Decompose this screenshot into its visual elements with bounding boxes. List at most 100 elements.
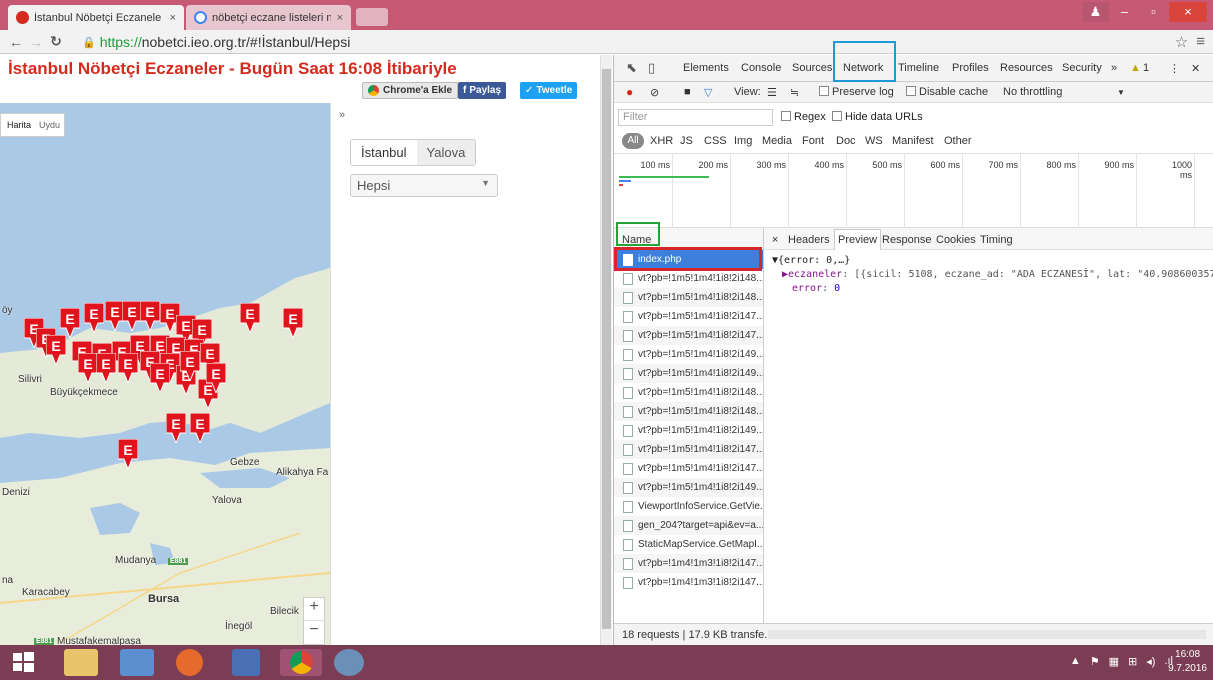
user-icon[interactable]: ♟ — [1082, 2, 1109, 22]
pharmacy-marker-icon[interactable]: E — [117, 438, 139, 471]
type-font[interactable]: Font — [802, 135, 824, 147]
add-to-chrome-button[interactable]: Chrome'a Ekle — [362, 82, 459, 99]
keyboard-icon[interactable]: ▦ — [1109, 655, 1119, 668]
pharmacy-marker-icon[interactable]: E — [83, 302, 105, 335]
request-row[interactable]: StaticMapService.GetMapI... — [614, 535, 763, 554]
request-row[interactable]: vt?pb=!1m5!1m4!1i8!2i147... — [614, 459, 763, 478]
pharmacy-marker-icon[interactable]: E — [95, 352, 117, 385]
tab-istanbul-nobetci[interactable]: İstanbul Nöbetçi Eczanele × — [8, 5, 184, 30]
reload-icon[interactable]: ↻ — [46, 33, 66, 50]
map-view[interactable]: EEEEEEEEEEEEEEEEEEEEEEEEEEEEEEEEEE Harit… — [0, 103, 330, 645]
paint-icon[interactable] — [334, 649, 364, 676]
filter-input[interactable]: Filter — [618, 109, 773, 126]
segment-istanbul[interactable]: İstanbul — [351, 140, 417, 165]
pharmacy-marker-icon[interactable]: E — [139, 300, 161, 333]
request-row[interactable]: vt?pb=!1m5!1m4!1i8!2i148... — [614, 402, 763, 421]
type-manifest[interactable]: Manifest — [892, 135, 934, 147]
request-row[interactable]: ViewportInfoService.GetVie... — [614, 497, 763, 516]
volume-icon[interactable]: ◂) — [1146, 655, 1155, 668]
inspect-element-icon[interactable]: ⬉ — [626, 60, 637, 76]
tab-google-search[interactable]: nöbetçi eczane listeleri ne × — [186, 5, 351, 30]
pharmacy-marker-icon[interactable]: E — [59, 307, 81, 340]
tab-preview[interactable]: Preview — [834, 229, 882, 250]
json-eczaneler-row[interactable]: ▶eczaneler: [{sicil: 5108, eczane_ad: "A… — [772, 268, 1213, 282]
clock[interactable]: 16:08 9.7.2016 — [1168, 648, 1207, 676]
preserve-log-checkbox[interactable]: Preserve log — [819, 86, 894, 98]
pharmacy-marker-icon[interactable]: E — [121, 300, 143, 333]
json-root[interactable]: ▼{error: 0,…} — [772, 254, 1213, 268]
zoom-in-button[interactable]: + — [304, 598, 324, 621]
action-center-icon[interactable]: ⚑ — [1090, 655, 1100, 668]
tab-resources[interactable]: Resources — [1000, 62, 1053, 74]
request-row[interactable]: vt?pb=!1m4!1m3!1i8!2i147... — [614, 554, 763, 573]
tab-headers[interactable]: Headers — [788, 234, 830, 246]
pharmacy-marker-icon[interactable]: E — [165, 412, 187, 445]
pharmacy-marker-icon[interactable]: E — [179, 350, 201, 383]
video-capture-icon[interactable]: ■ — [684, 86, 691, 98]
collapse-panel-icon[interactable]: » — [339, 109, 345, 121]
pharmacy-marker-icon[interactable]: E — [239, 302, 261, 335]
pharmacy-marker-icon[interactable]: E — [45, 334, 67, 367]
device-mode-icon[interactable]: ▯ — [648, 60, 655, 76]
close-tab-icon[interactable]: × — [170, 12, 176, 24]
type-js[interactable]: JS — [680, 135, 693, 147]
tab-response[interactable]: Response — [882, 234, 932, 246]
warning-icon[interactable]: ▲ — [1130, 62, 1141, 74]
tab-timeline[interactable]: Timeline — [898, 62, 939, 74]
type-css[interactable]: CSS — [704, 135, 727, 147]
record-icon[interactable]: ● — [626, 85, 633, 99]
request-row[interactable]: vt?pb=!1m5!1m4!1i8!2i149... — [614, 421, 763, 440]
start-windows-icon[interactable] — [10, 649, 44, 676]
office-document-icon[interactable] — [232, 649, 260, 676]
close-tab-icon[interactable]: × — [337, 12, 343, 24]
control-panel-icon[interactable] — [120, 649, 154, 676]
back-icon[interactable]: ← — [6, 34, 26, 50]
close-detail-icon[interactable]: × — [772, 234, 778, 246]
pharmacy-marker-icon[interactable]: E — [77, 352, 99, 385]
type-doc[interactable]: Doc — [836, 135, 856, 147]
pharmacy-marker-icon[interactable]: E — [149, 362, 171, 395]
show-hidden-icons-icon[interactable]: ▲ — [1070, 655, 1081, 668]
type-img[interactable]: Img — [734, 135, 752, 147]
devtools-menu-icon[interactable]: ⋮ — [1169, 62, 1180, 75]
network-icon[interactable]: ⊞ — [1128, 655, 1137, 668]
network-overview[interactable]: 100 ms 200 ms 300 ms 400 ms 500 ms 600 ms 700 … — [614, 153, 1213, 229]
horizontal-scrollbar[interactable] — [768, 630, 1206, 639]
request-row[interactable]: vt?pb=!1m5!1m4!1i8!2i148... — [614, 269, 763, 288]
map-type-map[interactable]: Harita — [7, 120, 31, 130]
type-media[interactable]: Media — [762, 135, 792, 147]
regex-checkbox[interactable]: Regex — [781, 111, 826, 123]
disable-cache-checkbox[interactable]: Disable cache — [906, 86, 988, 98]
firefox-icon[interactable] — [176, 649, 203, 676]
zoom-out-button[interactable]: − — [304, 621, 324, 639]
clear-icon[interactable]: ⊘ — [650, 86, 659, 99]
type-other[interactable]: Other — [944, 135, 972, 147]
pharmacy-marker-icon[interactable]: E — [189, 412, 211, 445]
district-select[interactable]: Hepsi ▼ — [350, 174, 498, 197]
facebook-share-button[interactable]: f Paylaş — [458, 82, 507, 99]
tab-sources[interactable]: Sources — [792, 62, 832, 74]
file-explorer-icon[interactable] — [64, 649, 98, 676]
twitter-tweet-button[interactable]: ✓ Tweetle — [520, 82, 578, 99]
tab-console[interactable]: Console — [741, 62, 781, 74]
chevron-down-icon[interactable]: ▼ — [1117, 88, 1125, 97]
request-row[interactable]: gen_204?target=api&ev=a... — [614, 516, 763, 535]
request-row[interactable]: vt?pb=!1m5!1m4!1i8!2i149... — [614, 345, 763, 364]
map-type-satellite[interactable]: Uydu — [39, 120, 60, 130]
close-window-button[interactable]: × — [1169, 2, 1207, 22]
address-bar[interactable]: 🔒 https:// nobetci.ieo.org.tr/#!İstanbul… — [82, 32, 1182, 52]
tab-timing[interactable]: Timing — [980, 234, 1013, 246]
request-row[interactable]: vt?pb=!1m5!1m4!1i8!2i149... — [614, 364, 763, 383]
request-row[interactable]: vt?pb=!1m4!1m3!1i8!2i147... — [614, 573, 763, 592]
minimize-button[interactable]: – — [1111, 2, 1138, 22]
request-row[interactable]: vt?pb=!1m5!1m4!1i8!2i147... — [614, 440, 763, 459]
new-tab-button[interactable] — [356, 8, 388, 26]
request-row[interactable]: vt?pb=!1m5!1m4!1i8!2i148... — [614, 288, 763, 307]
bookmark-star-icon[interactable]: ☆ — [1175, 33, 1188, 51]
more-tabs-icon[interactable]: » — [1111, 62, 1117, 74]
pharmacy-marker-icon[interactable]: E — [117, 352, 139, 385]
hide-data-urls-checkbox[interactable]: Hide data URLs — [832, 111, 923, 123]
overview-icon[interactable]: ≒ — [790, 86, 799, 99]
tab-security[interactable]: Security — [1062, 62, 1102, 74]
page-scrollbar[interactable] — [600, 55, 612, 645]
